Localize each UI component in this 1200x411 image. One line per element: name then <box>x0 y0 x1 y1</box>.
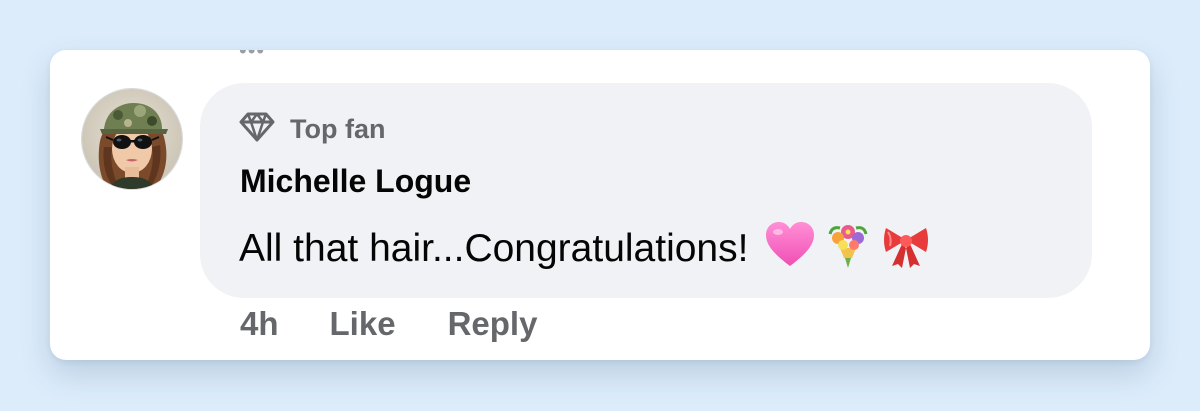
comment-actions: 4h Like Reply <box>240 305 537 343</box>
author-name[interactable]: Michelle Logue <box>240 163 471 200</box>
diamond-icon <box>238 111 276 148</box>
like-button[interactable]: Like <box>330 305 396 343</box>
badge-label: Top fan <box>290 114 386 144</box>
comment-text-row: All that hair...Congratulations! <box>239 218 932 280</box>
top-fan-badge[interactable]: Top fan <box>238 111 385 148</box>
ribbon-icon <box>880 218 932 280</box>
comment-card: ••• Top fan Michelle Logue All that hair… <box>50 50 1150 360</box>
pink-heart-icon <box>764 220 816 278</box>
comment-bubble: Top fan Michelle Logue All that hair...C… <box>200 83 1092 298</box>
thread-ellipsis-icon: ••• <box>239 50 266 63</box>
comment-timestamp[interactable]: 4h <box>240 305 279 343</box>
emoji-group <box>764 218 932 280</box>
comment-text: All that hair...Congratulations! <box>239 227 749 270</box>
bouquet-icon <box>822 218 874 280</box>
avatar[interactable] <box>81 88 183 190</box>
reply-button[interactable]: Reply <box>448 305 538 343</box>
